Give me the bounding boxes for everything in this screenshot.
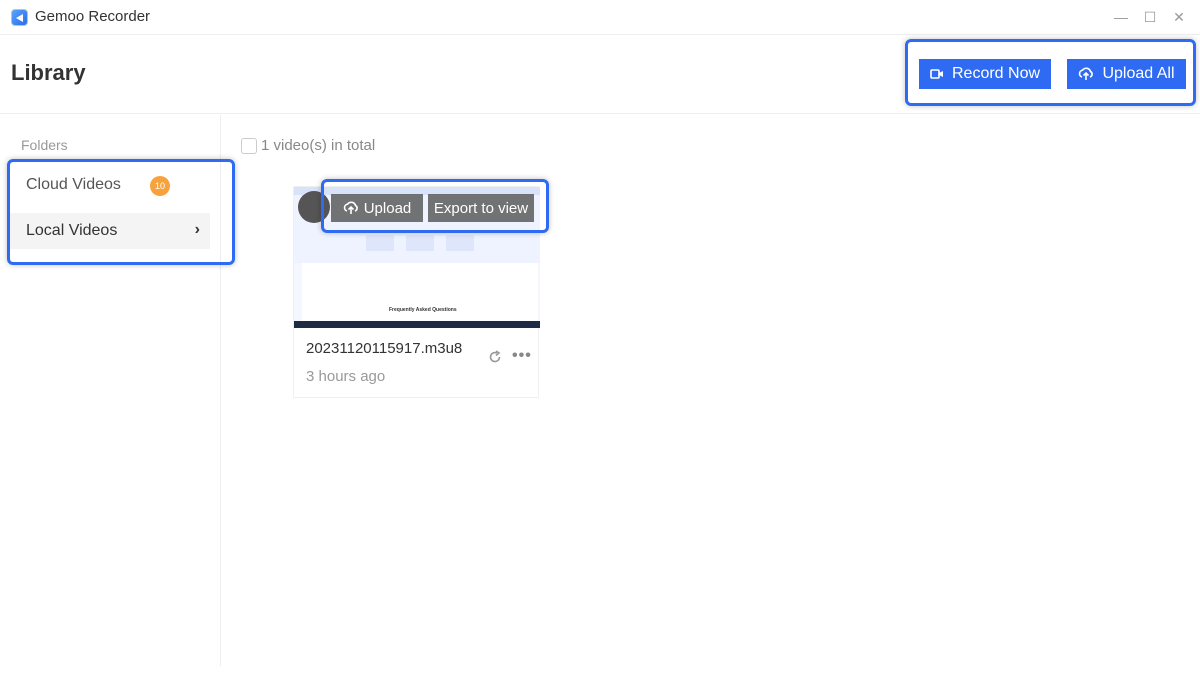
video-file-name: 20231120115917.m3u8 <box>306 340 463 357</box>
thumbnail-heading: Frequently Asked Questions <box>389 307 457 313</box>
video-camera-icon <box>930 69 943 79</box>
app-title: Gemoo Recorder <box>35 8 151 25</box>
title-bar: Gemoo Recorder — ☐ ✕ <box>0 0 1200 35</box>
highlight-card-actions <box>321 179 549 233</box>
upload-all-label: Upload All <box>1102 65 1175 82</box>
upload-all-button[interactable]: Upload All <box>1067 59 1186 89</box>
more-options-icon[interactable]: ••• <box>512 347 532 365</box>
thumbnail-tile <box>366 235 394 251</box>
record-now-label: Record Now <box>951 65 1041 82</box>
minimize-button[interactable]: — <box>1112 8 1130 26</box>
cloud-upload-icon <box>1079 67 1094 80</box>
video-count-text: 1 video(s) in total <box>261 137 376 154</box>
refresh-icon[interactable] <box>487 349 503 365</box>
thumbnail-tile <box>446 235 474 251</box>
app-logo-icon <box>11 9 28 26</box>
highlight-sidebar-folders <box>7 159 235 265</box>
record-now-button[interactable]: Record Now <box>919 59 1051 89</box>
folders-heading: Folders <box>21 137 68 153</box>
maximize-button[interactable]: ☐ <box>1141 8 1159 26</box>
video-timestamp: 3 hours ago <box>306 368 386 385</box>
video-count-row: 1 video(s) in total <box>241 137 375 154</box>
select-all-checkbox[interactable] <box>241 137 257 154</box>
close-button[interactable]: ✕ <box>1170 8 1188 26</box>
thumbnail-tile <box>406 235 434 251</box>
page-title: Library <box>11 60 86 85</box>
thumbnail-taskbar <box>294 321 540 328</box>
